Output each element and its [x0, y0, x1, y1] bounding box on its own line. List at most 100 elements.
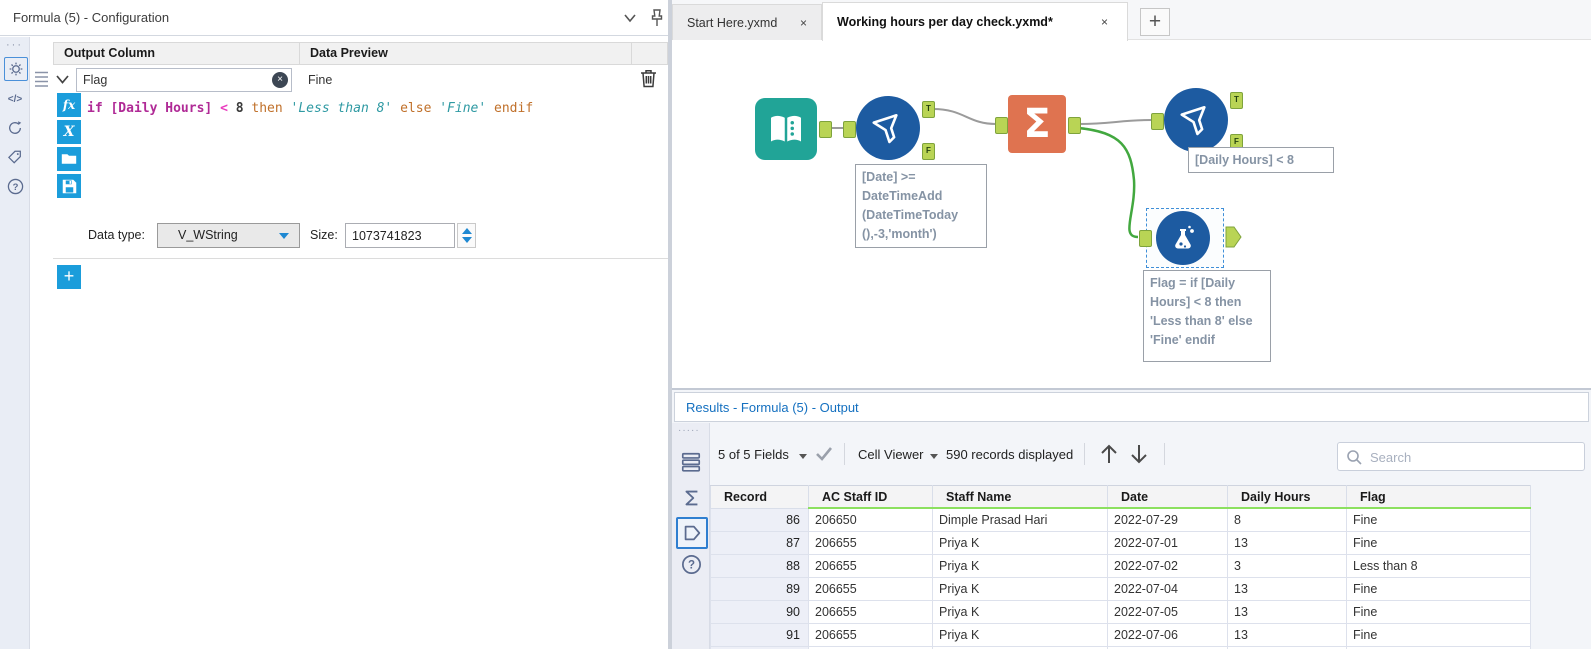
variables-icon[interactable]: X: [57, 120, 81, 144]
data-cell[interactable]: 2022-07-29: [1107, 507, 1228, 532]
data-cell[interactable]: 206655: [808, 577, 933, 601]
record-number-cell[interactable]: 86: [710, 507, 809, 532]
input-anchor[interactable]: [995, 117, 1008, 134]
data-cell[interactable]: 2022-07-01: [1107, 531, 1228, 555]
record-number-cell[interactable]: 90: [710, 600, 809, 624]
data-cell[interactable]: 2022-07-02: [1107, 554, 1228, 578]
formula-tool[interactable]: [1156, 211, 1210, 265]
metadata-sigma-icon[interactable]: [678, 485, 704, 511]
data-cell[interactable]: Priya K: [932, 554, 1108, 578]
data-cell[interactable]: Priya K: [932, 623, 1108, 647]
tag-icon[interactable]: [4, 146, 26, 168]
data-cell[interactable]: 2022-07-06: [1107, 623, 1228, 647]
output-anchor[interactable]: [1068, 117, 1081, 134]
data-cell[interactable]: Fine: [1346, 600, 1531, 624]
input-anchor[interactable]: [1139, 230, 1152, 247]
data-cell[interactable]: Less than 8: [1346, 554, 1531, 578]
input-data-tool[interactable]: [755, 98, 817, 160]
gear-icon[interactable]: [4, 57, 28, 81]
fx-expression-icon[interactable]: fx: [57, 93, 81, 117]
filter-tool-date[interactable]: [856, 96, 920, 160]
tab-working-hours-check[interactable]: Working hours per day check.yxmd* ×: [822, 2, 1128, 41]
output-column-input[interactable]: [76, 68, 292, 92]
search-box[interactable]: [1337, 442, 1585, 471]
prev-arrow-up-icon[interactable]: [1098, 442, 1120, 466]
save-icon[interactable]: [57, 174, 81, 198]
help-icon[interactable]: ?: [678, 551, 704, 577]
collapse-chevron-icon[interactable]: [622, 11, 638, 25]
expression-expand-chevron-icon[interactable]: [55, 73, 70, 86]
data-cell[interactable]: Fine: [1346, 577, 1531, 601]
search-input[interactable]: [1368, 444, 1572, 471]
workflow-canvas[interactable]: T F [Date] >= DateTimeAdd (DateTimeToday ()…: [672, 40, 1591, 388]
filter-tool-daily-hours[interactable]: [1164, 88, 1228, 152]
results-header-bar[interactable]: Results - Formula (5) - Output: [674, 392, 1589, 422]
run-refresh-icon[interactable]: [4, 117, 26, 139]
stepper-down-icon[interactable]: [461, 237, 472, 243]
data-cell[interactable]: 13: [1227, 531, 1347, 555]
data-cell[interactable]: 206655: [808, 600, 933, 624]
data-cell[interactable]: Priya K: [932, 600, 1108, 624]
true-output-anchor[interactable]: T: [1230, 92, 1243, 109]
data-cell[interactable]: 2022-07-04: [1107, 577, 1228, 601]
pin-icon[interactable]: [648, 8, 666, 28]
drag-dots-icon[interactable]: ·····: [678, 425, 700, 436]
annotation-date-filter[interactable]: [Date] >= DateTimeAdd (DateTimeToday (),-3,…: [855, 164, 987, 248]
help-icon[interactable]: ?: [4, 175, 26, 197]
row-drag-grip[interactable]: [34, 70, 49, 88]
input-anchor[interactable]: [843, 121, 856, 138]
close-icon[interactable]: ×: [800, 5, 807, 41]
open-folder-icon[interactable]: [57, 147, 81, 171]
clear-input-icon[interactable]: ×: [272, 72, 288, 88]
next-arrow-down-icon[interactable]: [1128, 442, 1150, 466]
record-number-cell[interactable]: 88: [710, 554, 809, 578]
record-number-cell[interactable]: 91: [710, 623, 809, 647]
code-icon[interactable]: </>: [4, 88, 26, 110]
true-output-anchor[interactable]: T: [922, 101, 935, 118]
data-cell[interactable]: 13: [1227, 600, 1347, 624]
annotation-daily-hours-filter[interactable]: [Daily Hours] < 8: [1188, 147, 1334, 173]
data-cell[interactable]: 8: [1227, 507, 1347, 532]
size-stepper[interactable]: [457, 223, 476, 248]
results-column-header[interactable]: Daily Hours: [1227, 485, 1347, 509]
results-column-header[interactable]: Date: [1107, 485, 1228, 509]
size-input[interactable]: [345, 223, 455, 248]
delete-expression-icon[interactable]: [639, 68, 658, 89]
data-cell[interactable]: 13: [1227, 577, 1347, 601]
tab-start-here[interactable]: Start Here.yxmd ×: [672, 4, 822, 40]
record-number-cell[interactable]: 89: [710, 577, 809, 601]
data-view-icon[interactable]: [676, 517, 708, 549]
false-output-anchor[interactable]: F: [922, 143, 935, 160]
rows-layout-icon[interactable]: [678, 449, 704, 475]
output-anchor[interactable]: [1225, 226, 1243, 249]
data-cell[interactable]: Fine: [1346, 623, 1531, 647]
data-cell[interactable]: Dimple Prasad Hari: [932, 507, 1108, 532]
close-icon[interactable]: ×: [1101, 3, 1108, 41]
summarize-tool[interactable]: Σ: [1008, 95, 1066, 153]
add-expression-button[interactable]: +: [57, 265, 81, 289]
new-tab-button[interactable]: +: [1140, 8, 1170, 36]
record-number-cell[interactable]: 87: [710, 531, 809, 555]
data-cell[interactable]: 206650: [808, 507, 933, 532]
data-cell[interactable]: Fine: [1346, 507, 1531, 532]
data-cell[interactable]: 2022-07-05: [1107, 600, 1228, 624]
data-cell[interactable]: Priya K: [932, 531, 1108, 555]
data-type-select[interactable]: V_WString: [157, 223, 300, 248]
input-anchor[interactable]: [1151, 113, 1164, 130]
results-column-header[interactable]: AC Staff ID: [808, 485, 933, 509]
annotation-formula[interactable]: Flag = if [Daily Hours] < 8 then 'Less tha…: [1143, 270, 1271, 362]
data-cell[interactable]: 206655: [808, 554, 933, 578]
overflow-dots-icon[interactable]: ···: [6, 39, 23, 51]
data-cell[interactable]: 13: [1227, 623, 1347, 647]
results-column-header[interactable]: Flag: [1346, 485, 1531, 509]
stepper-up-icon[interactable]: [461, 228, 472, 234]
output-anchor[interactable]: [819, 121, 832, 138]
fields-summary[interactable]: 5 of 5 Fields: [718, 447, 789, 462]
results-column-header[interactable]: Record: [710, 485, 809, 509]
data-cell[interactable]: 3: [1227, 554, 1347, 578]
formula-expression[interactable]: if [Daily Hours] < 8 then 'Less than 8' …: [87, 101, 533, 116]
data-cell[interactable]: 206655: [808, 531, 933, 555]
apply-checkmark-icon[interactable]: [814, 445, 834, 463]
cell-viewer-label[interactable]: Cell Viewer: [858, 447, 924, 462]
data-cell[interactable]: Fine: [1346, 531, 1531, 555]
